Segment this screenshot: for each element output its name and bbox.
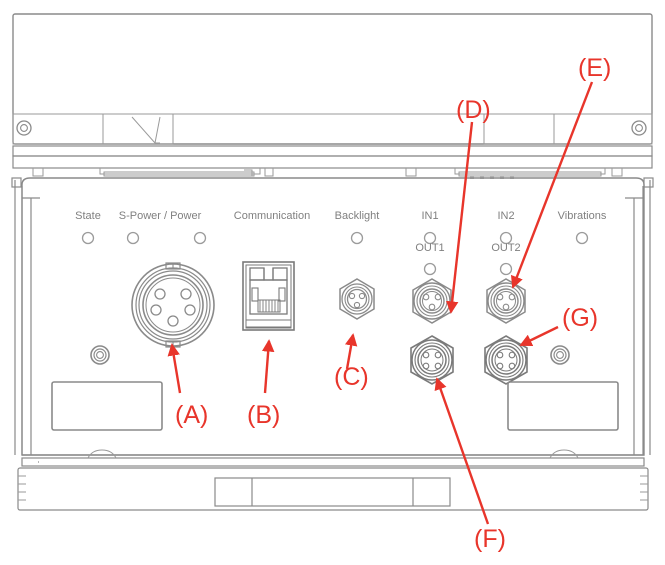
ethernet-jack xyxy=(242,261,295,331)
callout-arrow-a xyxy=(167,343,182,394)
callout-label-a: (A) xyxy=(175,401,209,429)
callout-arrow-f xyxy=(434,377,490,525)
pin xyxy=(508,293,516,301)
pin xyxy=(358,292,366,300)
bottom-rail-feet xyxy=(87,449,579,459)
callout-arrow-g xyxy=(519,325,559,347)
pin xyxy=(150,304,162,316)
callout-label-e: (E) xyxy=(578,54,612,82)
pin xyxy=(422,362,430,370)
pin xyxy=(434,351,442,359)
pin xyxy=(154,288,166,300)
panel-drawing-svg xyxy=(11,13,654,525)
pin xyxy=(496,351,504,359)
backlight-connector xyxy=(339,278,375,320)
label-plate-left xyxy=(51,381,163,431)
screw-left xyxy=(90,345,110,365)
mid-rail-tabs xyxy=(32,168,623,177)
led-vibrations xyxy=(575,231,589,245)
in1-out1-top-connector xyxy=(412,278,452,324)
pin xyxy=(180,288,192,300)
callout-label-d: (D) xyxy=(456,96,491,124)
pin xyxy=(184,304,196,316)
callout-label-g: (G) xyxy=(562,304,599,332)
device-panel-diagram: State S-Power / Power Communication Back… xyxy=(0,0,665,565)
pin xyxy=(508,362,516,370)
label-out2: OUT2 xyxy=(491,242,521,254)
in1-out1-bottom-connector xyxy=(410,335,454,385)
mid-rail xyxy=(12,145,653,169)
callout-arrow-e xyxy=(510,81,594,289)
pin xyxy=(428,303,436,311)
callout-label-b: (B) xyxy=(247,401,281,429)
label-out1: OUT1 xyxy=(415,242,445,254)
top-housing xyxy=(12,13,653,145)
pin xyxy=(353,301,361,309)
pin xyxy=(496,293,504,301)
bottom-center-block xyxy=(214,477,451,507)
label-vibrations: Vibrations xyxy=(557,210,607,222)
led-s-power xyxy=(126,231,140,245)
pin xyxy=(502,303,510,311)
bottom-rail xyxy=(17,454,649,511)
pin xyxy=(167,315,179,327)
pin xyxy=(348,292,356,300)
label-in1: IN1 xyxy=(421,210,439,222)
in2-out2-top-connector xyxy=(486,278,526,324)
top-housing-detail xyxy=(12,113,653,145)
power-connector xyxy=(131,262,215,348)
screw-top-right xyxy=(631,120,647,136)
pin xyxy=(434,362,442,370)
bottom-side-notches xyxy=(18,475,648,501)
pin xyxy=(496,362,504,370)
screw-top-left xyxy=(16,120,32,136)
pin xyxy=(434,293,442,301)
callout-arrow-b xyxy=(261,339,275,394)
callout-label-c: (C) xyxy=(334,363,369,391)
led-out2 xyxy=(499,262,513,276)
callout-label-f: (F) xyxy=(474,525,506,553)
label-plate-right xyxy=(507,381,619,431)
in2-out2-bottom-connector xyxy=(484,335,528,385)
led-out1 xyxy=(423,262,437,276)
pin xyxy=(422,293,430,301)
pin xyxy=(422,351,430,359)
led-state xyxy=(81,231,95,245)
led-power xyxy=(193,231,207,245)
screw-right xyxy=(550,345,570,365)
pin xyxy=(508,351,516,359)
led-backlight xyxy=(350,231,364,245)
